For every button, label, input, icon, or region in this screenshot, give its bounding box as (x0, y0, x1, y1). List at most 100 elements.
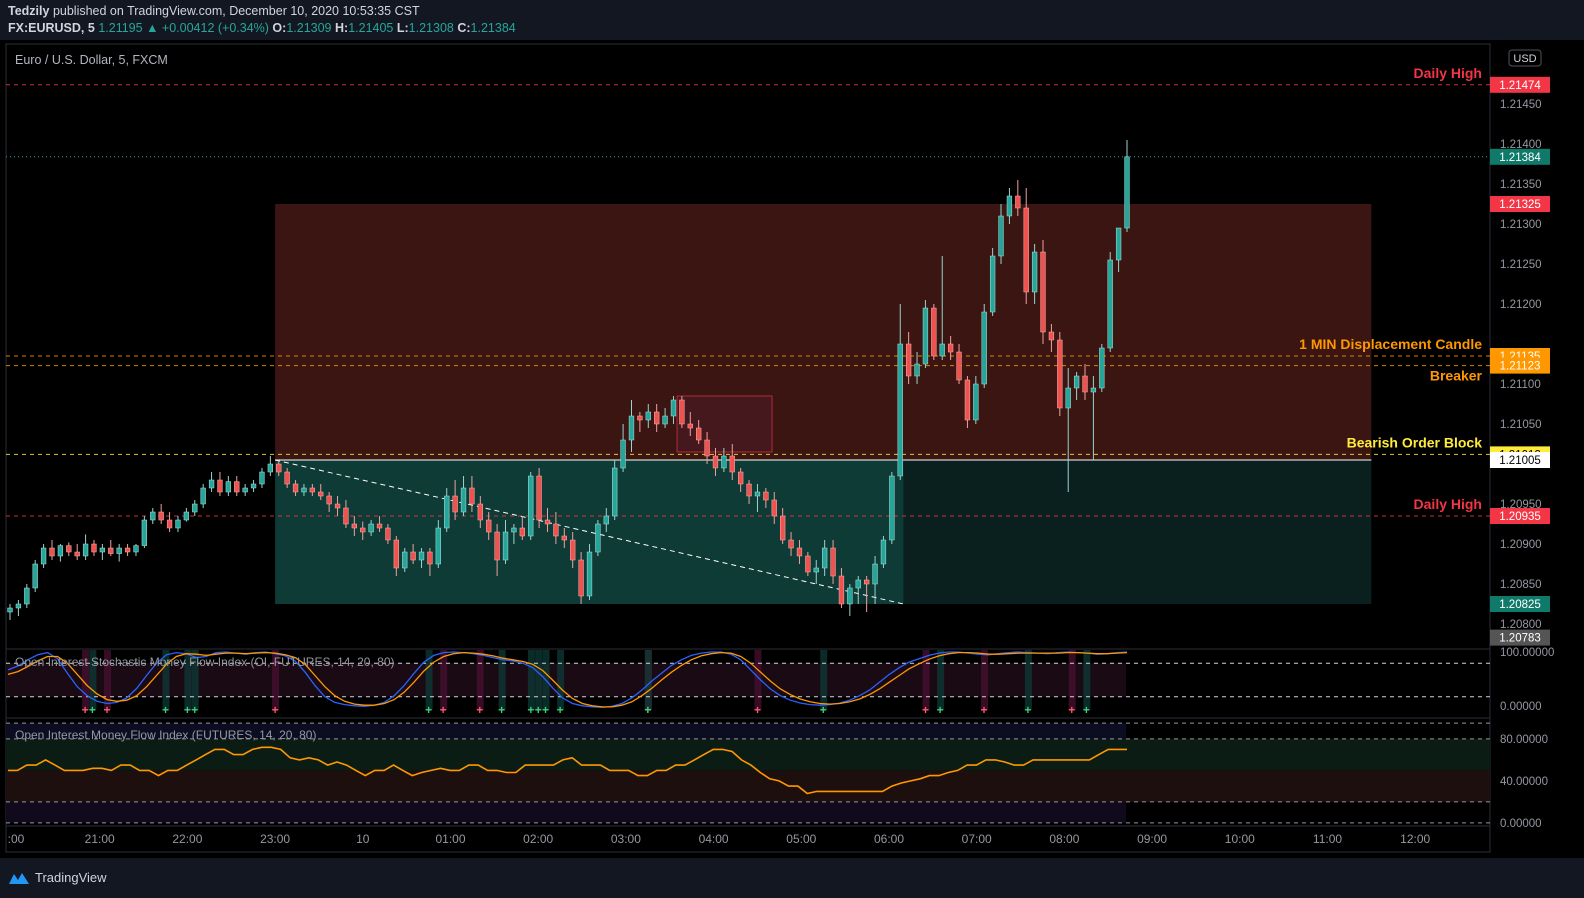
candle-body (1082, 375, 1088, 393)
candle-body (905, 343, 912, 377)
candle-body (1107, 259, 1113, 349)
candle-body (914, 363, 920, 377)
time-tick-label: 03:00 (611, 832, 641, 846)
candle-body (645, 411, 651, 421)
stoch-signal-bar (820, 650, 828, 710)
candle-body (822, 547, 828, 569)
time-tick-label: 22:00 (172, 832, 202, 846)
candle-body (343, 507, 349, 525)
candle-body (796, 547, 803, 557)
signal-plus-green: + (162, 703, 169, 717)
price-badge-text: 1.20783 (1499, 633, 1541, 645)
time-tick-label: 09:00 (1137, 832, 1167, 846)
signal-plus-green: + (527, 703, 534, 717)
price-tick-label: 1.21050 (1500, 419, 1542, 431)
candle-body (301, 487, 307, 493)
signal-plus-green: + (937, 703, 944, 717)
candle-body (24, 587, 30, 605)
time-tick-label: 04:00 (699, 832, 729, 846)
candle-body (519, 527, 525, 537)
candle-body (805, 555, 811, 573)
candle-body (1057, 339, 1063, 409)
candle-body (746, 483, 752, 497)
candle-body (1006, 195, 1013, 217)
stoch-signal-bar (557, 650, 565, 710)
signal-plus-red: + (104, 703, 111, 717)
price-tick-label: 1.21300 (1500, 219, 1542, 231)
tradingview-logo-icon (9, 872, 29, 884)
price-badge-text: 1.20935 (1499, 511, 1541, 523)
chart-canvas[interactable]: Euro / U.S. Dollar, 5, FXCM USD 1.21450 1.2… (0, 40, 1584, 858)
candle-body (284, 471, 290, 485)
candle-body (712, 455, 719, 469)
candle-body (376, 523, 383, 529)
price-badge-text: 1.20825 (1499, 599, 1541, 611)
candle-body (1073, 375, 1080, 389)
tradingview-brand[interactable]: TradingView (8, 870, 107, 885)
candle-body (57, 545, 64, 557)
candle-body (570, 539, 576, 561)
candle-body (931, 307, 937, 357)
time-tick-label: 21:00 (85, 832, 115, 846)
symbol-label[interactable]: FX:EURUSD, 5 (8, 21, 95, 35)
signal-plus-red: + (476, 703, 483, 717)
candle-body (292, 483, 299, 493)
price-tick-label: 1.21200 (1500, 299, 1542, 311)
candle-body (368, 523, 374, 533)
candle-body (326, 495, 332, 505)
high-label: H: (334, 21, 349, 35)
candle-body (679, 399, 685, 425)
candle-body (435, 527, 441, 565)
stoch-signal-bar (535, 650, 543, 710)
candle-body (628, 415, 635, 441)
candle-body (973, 383, 979, 421)
candle-body (150, 511, 156, 521)
candle-body (267, 463, 274, 473)
stoch-signal-bar (527, 650, 535, 710)
candle-body (696, 427, 702, 441)
candle-body (1048, 331, 1055, 341)
candle-body (662, 415, 668, 425)
open-value: 1.21309 (286, 21, 332, 35)
demand-zone-ext (903, 460, 1372, 604)
level-label: 1 MIN Displacement Candle (1299, 336, 1482, 352)
candle-body (729, 455, 735, 473)
candle-body (99, 547, 106, 553)
candle-body (947, 343, 954, 353)
candle-body (116, 547, 122, 554)
chart-title: Euro / U.S. Dollar, 5, FXCM (15, 53, 168, 67)
footer-bar (0, 858, 1584, 898)
signal-plus-red: + (922, 703, 929, 717)
stoch-signal-bar (1024, 650, 1032, 710)
candle-body (838, 575, 845, 605)
level-label: Bearish Order Block (1347, 434, 1483, 450)
candle-body (334, 503, 341, 509)
stoch-signal-bar (644, 650, 652, 710)
signal-plus-red: + (754, 703, 761, 717)
candle-body (889, 475, 895, 541)
candle-body (486, 519, 492, 533)
level-label: Breaker (1430, 368, 1483, 384)
candle-body (637, 415, 643, 421)
candle-body (964, 379, 971, 421)
candle-body (444, 495, 450, 529)
candle-body (217, 479, 223, 493)
candle-body (956, 351, 962, 381)
time-tick-label: 02:00 (523, 832, 553, 846)
signal-plus-green: + (191, 703, 198, 717)
price-badge-text: 1.21325 (1499, 199, 1541, 211)
author-name[interactable]: Tedzily (8, 4, 49, 18)
candle-body (183, 511, 190, 521)
candle-body (15, 603, 22, 609)
candle-body (82, 543, 89, 557)
signal-plus-green: + (557, 703, 564, 717)
stoch-signal-bar (440, 650, 448, 710)
signal-plus-green: + (535, 703, 542, 717)
candle-body (998, 215, 1004, 257)
candle-body (502, 531, 509, 561)
candle-body (309, 487, 315, 493)
candle-body (351, 523, 357, 529)
mfi-tick-label: 80.00000 (1500, 734, 1548, 746)
candle-body (452, 495, 458, 513)
price-badge-text: 1.21384 (1499, 152, 1541, 164)
